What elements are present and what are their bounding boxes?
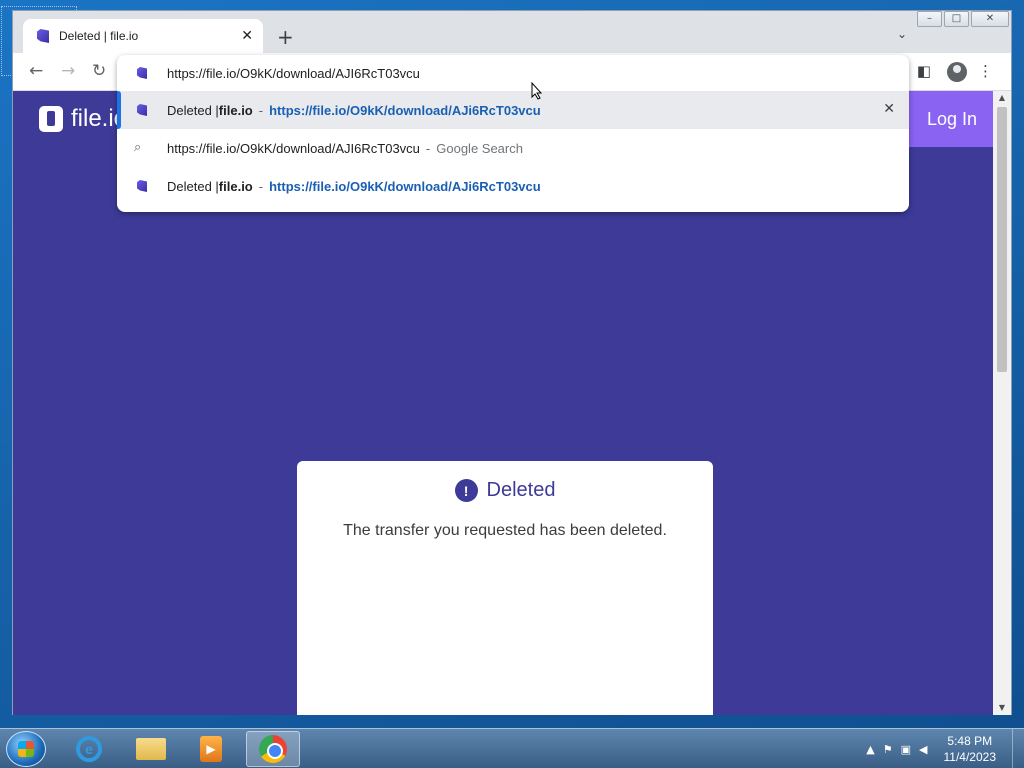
volume-muted-icon[interactable]: ◀ bbox=[919, 743, 927, 756]
suggestion-site: file.io bbox=[218, 102, 253, 118]
suggestion-history-1[interactable]: Deleted | file.io - https://file.io/O9kK… bbox=[117, 91, 909, 129]
tab-title: Deleted | file.io bbox=[59, 29, 139, 43]
suggestion-search[interactable]: ⌕ https://file.io/O9kK/download/AJI6RcT0… bbox=[117, 129, 909, 167]
clock-time: 5:48 PM bbox=[947, 734, 993, 748]
scroll-up-arrow-icon[interactable]: ▲ bbox=[993, 91, 1011, 105]
status-card: ! Deleted The transfer you requested has… bbox=[297, 461, 713, 715]
show-desktop-button[interactable] bbox=[1012, 729, 1024, 768]
taskbar: e ▶ ▲ ⚑ ▣ ◀ 5:48 PM 11/4/2023 bbox=[0, 728, 1024, 768]
tab-strip: Deleted | file.io ✕ + ⌄ bbox=[13, 11, 1011, 53]
internet-explorer-icon: e bbox=[76, 736, 102, 762]
suggestion-url: https://file.io/O9kK/download/AJi6RcT03v… bbox=[269, 102, 541, 118]
suggestion-history-2[interactable]: Deleted | file.io - https://file.io/O9kK… bbox=[117, 167, 909, 205]
new-tab-plus-icon[interactable]: + bbox=[277, 25, 294, 49]
network-icon[interactable]: ▣ bbox=[901, 743, 911, 756]
tab-deleted-fileio[interactable]: Deleted | file.io ✕ bbox=[23, 19, 263, 53]
fileio-favicon-icon bbox=[37, 29, 49, 43]
suggestion-query: https://file.io/O9kK/download/AJI6RcT03v… bbox=[167, 140, 420, 156]
card-title-row: ! Deleted bbox=[297, 479, 713, 502]
tray-expand-icon[interactable]: ▲ bbox=[866, 743, 874, 756]
taskbar-media-player[interactable]: ▶ bbox=[184, 731, 238, 767]
omnibox-dropdown: https://file.io/O9kK/download/AJI6RcT03v… bbox=[117, 55, 909, 212]
taskbar-internet-explorer[interactable]: e bbox=[62, 731, 116, 767]
system-tray: ▲ ⚑ ▣ ◀ 5:48 PM 11/4/2023 bbox=[866, 729, 1024, 768]
tab-close-icon[interactable]: ✕ bbox=[241, 28, 253, 44]
suggestion-site: file.io bbox=[218, 178, 253, 194]
chrome-icon bbox=[259, 735, 287, 763]
login-button[interactable]: Log In bbox=[909, 91, 995, 147]
action-center-flag-icon[interactable]: ⚑ bbox=[883, 743, 893, 756]
fileio-logo[interactable]: file.io bbox=[39, 105, 127, 133]
suggestion-separator: - bbox=[258, 178, 264, 194]
media-player-icon: ▶ bbox=[200, 736, 222, 762]
card-message: The transfer you requested has been dele… bbox=[343, 522, 667, 539]
reload-icon[interactable]: ↻ bbox=[92, 61, 106, 81]
browser-window: – □ ✕ Deleted | file.io ✕ + ⌄ ← → ↻ ◧ ⋮ … bbox=[12, 10, 1012, 715]
search-icon: ⌕ bbox=[134, 140, 142, 155]
remove-suggestion-icon[interactable]: ✕ bbox=[883, 101, 895, 117]
fileio-favicon-icon bbox=[137, 180, 147, 192]
fileio-favicon-icon bbox=[137, 104, 147, 116]
clock-date: 11/4/2023 bbox=[943, 750, 997, 764]
address-input[interactable]: https://file.io/O9kK/download/AJI6RcT03v… bbox=[117, 55, 909, 91]
folder-icon bbox=[136, 738, 166, 760]
side-panel-icon[interactable]: ◧ bbox=[917, 62, 931, 80]
profile-avatar-icon[interactable] bbox=[947, 62, 967, 82]
fileio-logo-icon bbox=[39, 106, 63, 132]
suggestion-search-engine: Google Search bbox=[436, 140, 523, 156]
back-arrow-icon[interactable]: ← bbox=[29, 61, 43, 81]
mouse-cursor-icon bbox=[531, 82, 543, 100]
suggestion-url: https://file.io/O9kK/download/AJi6RcT03v… bbox=[269, 178, 541, 194]
scroll-down-arrow-icon[interactable]: ▼ bbox=[993, 701, 1011, 715]
tab-search-chevron-icon[interactable]: ⌄ bbox=[897, 27, 907, 41]
suggestion-title: Deleted | bbox=[167, 178, 219, 194]
clock[interactable]: 5:48 PM 11/4/2023 bbox=[944, 733, 997, 765]
start-button[interactable] bbox=[6, 731, 46, 767]
taskbar-chrome[interactable] bbox=[246, 731, 300, 767]
page-scrollbar[interactable]: ▲ ▼ bbox=[993, 91, 1011, 715]
forward-arrow-icon[interactable]: → bbox=[61, 61, 75, 81]
taskbar-file-explorer[interactable] bbox=[124, 731, 178, 767]
suggestion-separator: - bbox=[258, 102, 264, 118]
scroll-thumb[interactable] bbox=[997, 107, 1007, 372]
suggestion-title: Deleted | bbox=[167, 102, 219, 118]
suggestion-separator: - bbox=[425, 140, 431, 156]
tray-icons: ▲ ⚑ ▣ ◀ bbox=[866, 743, 927, 756]
card-title: Deleted bbox=[486, 479, 556, 501]
menu-kebab-icon[interactable]: ⋮ bbox=[978, 62, 993, 80]
alert-icon: ! bbox=[454, 479, 478, 502]
